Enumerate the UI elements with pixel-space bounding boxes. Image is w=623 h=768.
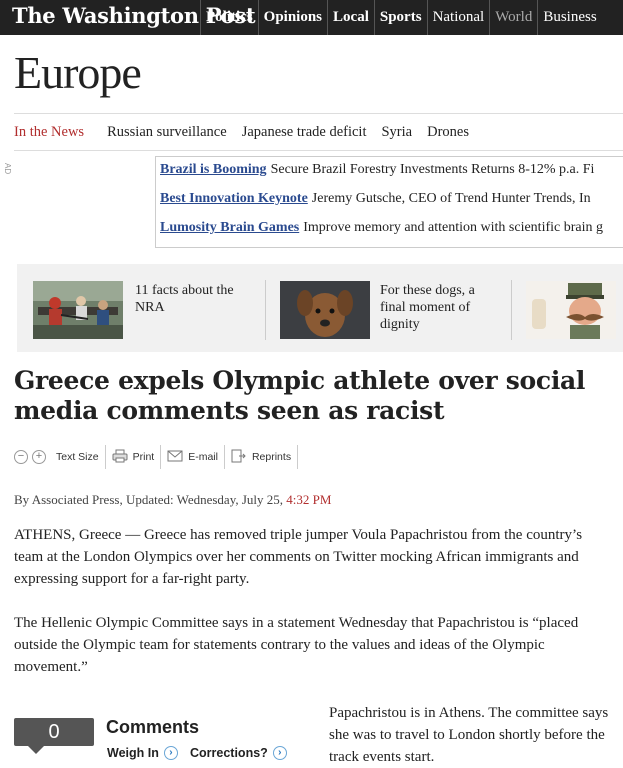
article-paragraph: The Hellenic Olympic Committee says in a… <box>14 615 579 675</box>
ad-description: Jeremy Gutsche, CEO of Trend Hunter Tren… <box>311 191 591 206</box>
in-the-news-bar: In the News Russian surveillance Japanes… <box>14 124 484 141</box>
nav-world[interactable]: World <box>489 0 537 35</box>
ad-link[interactable]: Best Innovation Keynote <box>160 191 308 206</box>
promo-divider <box>265 280 266 340</box>
divider <box>14 113 623 114</box>
ad-description: Improve memory and attention with scient… <box>303 220 603 235</box>
news-tag-japanese-trade-deficit[interactable]: Japanese trade deficit <box>242 124 367 141</box>
promo-image-figurine[interactable] <box>526 281 616 339</box>
corrections-link[interactable]: Corrections? › <box>190 746 287 760</box>
print-label: Print <box>132 451 155 463</box>
toolbar-divider <box>297 445 299 469</box>
reprints-button[interactable]: Reprints <box>231 449 291 466</box>
in-the-news-label: In the News <box>14 124 85 140</box>
article-paragraph: Papachristou is in Athens. The committee… <box>329 705 609 765</box>
nav-local[interactable]: Local <box>327 0 374 35</box>
main-nav: Politics Opinions Local Sports National … <box>200 0 602 35</box>
article-byline: By Associated Press, Updated: Wednesday,… <box>14 492 331 508</box>
reprints-icon <box>231 449 247 466</box>
promo-divider <box>511 280 512 340</box>
section-title: Europe <box>14 47 142 98</box>
promo-strip: 11 facts about the NRA For these dogs, a… <box>17 264 623 352</box>
nav-opinions[interactable]: Opinions <box>257 0 327 35</box>
nav-national[interactable]: National <box>426 0 490 35</box>
weigh-in-label: Weigh In <box>107 746 159 760</box>
toolbar-divider <box>160 445 162 469</box>
article-paragraph: ATHENS, Greece — Greece has removed trip… <box>14 527 583 587</box>
nav-sports[interactable]: Sports <box>373 0 427 35</box>
corrections-label: Corrections? <box>190 746 268 760</box>
text-size-label: Text Size <box>56 451 99 463</box>
byline-time: 4:32 PM <box>286 492 332 507</box>
promo-image-dog[interactable] <box>280 281 370 339</box>
promo-item-dogs[interactable]: For these dogs, a final moment of dignit… <box>280 264 510 352</box>
email-label: E-mail <box>188 451 218 463</box>
printer-icon <box>112 449 128 466</box>
promo-item-third[interactable] <box>526 264 623 352</box>
promo-text[interactable]: For these dogs, a final moment of dignit… <box>380 282 490 333</box>
email-button[interactable]: E-mail <box>167 450 218 465</box>
ad-link[interactable]: Brazil is Booming <box>160 162 267 177</box>
nav-business[interactable]: Business <box>537 0 601 35</box>
byline-text: By Associated Press, Updated: Wednesday,… <box>14 492 284 507</box>
increase-text-size-button[interactable]: + <box>32 450 46 464</box>
comments-heading: Comments <box>106 717 200 737</box>
print-button[interactable]: Print <box>112 449 155 466</box>
promo-text[interactable]: 11 facts about the NRA <box>135 282 245 316</box>
promo-item-nra[interactable]: 11 facts about the NRA <box>33 264 263 352</box>
toolbar-divider <box>223 445 225 469</box>
comment-count-badge[interactable]: 0 <box>14 718 94 754</box>
text-ad-box: Brazil is Booming Secure Brazil Forestry … <box>155 156 623 248</box>
ad-row: Best Innovation Keynote Jeremy Gutsche, C… <box>160 191 591 207</box>
article-headline: Greece expels Olympic athlete over socia… <box>14 366 586 425</box>
ad-label: AD <box>3 163 12 175</box>
ad-description: Secure Brazil Forestry Investments Retur… <box>270 162 595 177</box>
nav-politics[interactable]: Politics <box>200 0 258 35</box>
news-tag-russian-surveillance[interactable]: Russian surveillance <box>107 124 227 141</box>
ad-row: Lumosity Brain Games Improve memory and a… <box>160 220 603 236</box>
weigh-in-link[interactable]: Weigh In › <box>107 746 178 760</box>
divider <box>14 150 623 151</box>
news-tag-syria[interactable]: Syria <box>381 124 412 141</box>
ad-link[interactable]: Lumosity Brain Games <box>160 220 299 235</box>
reprints-label: Reprints <box>251 451 292 463</box>
article-toolbar: − + Text Size Print E-mail Reprints <box>14 443 304 471</box>
toolbar-divider <box>104 445 106 469</box>
news-tag-drones[interactable]: Drones <box>427 124 469 141</box>
chevron-right-icon: › <box>163 746 178 760</box>
decrease-text-size-button[interactable]: − <box>14 450 28 464</box>
top-bar: The Washington Post Politics Opinions Lo… <box>0 0 623 35</box>
envelope-icon <box>167 450 183 465</box>
chevron-right-icon: › <box>272 746 287 760</box>
promo-image-nra[interactable] <box>33 281 123 339</box>
ad-row: Brazil is Booming Secure Brazil Forestry … <box>160 162 594 178</box>
